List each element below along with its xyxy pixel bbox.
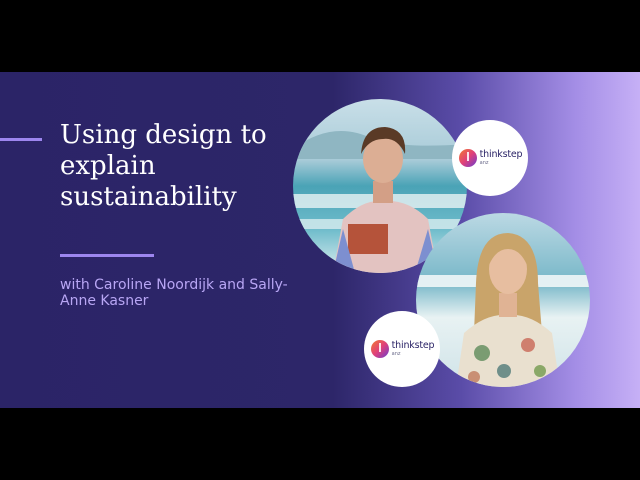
thinkstep-logo-badge-1: thinkstep anz	[452, 120, 528, 196]
banner-title: Using design to explain sustainability	[60, 120, 267, 212]
logo-region: anz	[391, 350, 401, 357]
thinkstep-logo-badge-2: thinkstep anz	[364, 311, 440, 387]
presenter-photo-2-image	[416, 213, 590, 387]
logo-region: anz	[479, 159, 489, 166]
video-thumbnail-banner[interactable]: Using design to explain sustainability w…	[0, 72, 640, 408]
thinkstep-logo-icon	[370, 340, 389, 358]
accent-line	[0, 138, 42, 141]
thinkstep-logo-icon	[458, 149, 477, 167]
logo-wordmark: thinkstep	[391, 340, 435, 352]
logo-wordmark: thinkstep	[479, 149, 523, 161]
letterbox-top	[0, 0, 640, 72]
letterbox-bottom	[0, 408, 640, 480]
presenter-photo-2	[416, 213, 590, 387]
banner-subtitle: with Caroline Noordijk and Sally-Anne Ka…	[60, 277, 288, 309]
title-divider	[60, 254, 154, 257]
